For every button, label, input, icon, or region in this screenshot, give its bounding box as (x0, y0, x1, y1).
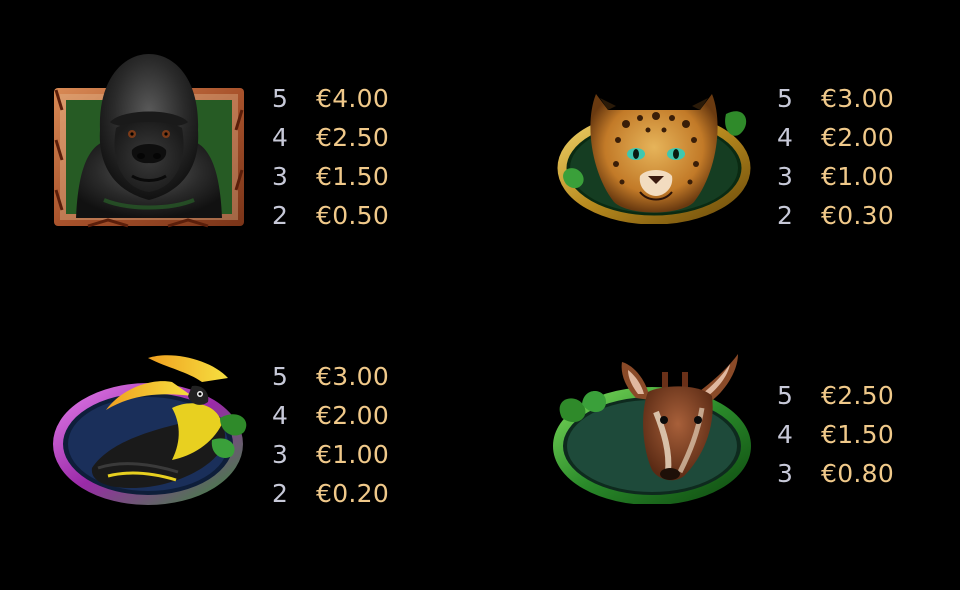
leopard-symbol-icon (556, 84, 756, 224)
pay-row: 5 €3.00 (272, 357, 389, 396)
pay-row: 4 €1.50 (777, 415, 894, 454)
pay-value: €2.00 (821, 123, 895, 152)
pay-count: 3 (777, 162, 793, 191)
pay-value: €2.50 (821, 381, 895, 410)
pay-count: 4 (272, 401, 288, 430)
pay-row: 4 €2.50 (272, 118, 389, 157)
pay-value: €2.00 (316, 401, 390, 430)
pay-count: 4 (272, 123, 288, 152)
hornbill-paytable: 5 €3.00 4 €2.00 3 €1.00 2 €0.20 (272, 357, 389, 513)
pay-count: 2 (272, 201, 288, 230)
pay-value: €2.50 (316, 123, 390, 152)
hornbill-symbol-icon (52, 348, 258, 508)
pay-row: 2 €0.20 (272, 474, 389, 513)
pay-row: 5 €2.50 (777, 376, 894, 415)
pay-row: 2 €0.50 (272, 196, 389, 235)
pay-count: 5 (777, 84, 793, 113)
pay-row: 3 €0.80 (777, 454, 894, 493)
pay-value: €0.20 (316, 479, 390, 508)
pay-count: 5 (777, 381, 793, 410)
pay-row: 3 €1.50 (272, 157, 389, 196)
pay-value: €1.50 (821, 420, 895, 449)
leopard-paytable: 5 €3.00 4 €2.00 3 €1.00 2 €0.30 (777, 79, 894, 235)
pay-value: €3.00 (316, 362, 390, 391)
pay-row: 2 €0.30 (777, 196, 894, 235)
pay-value: €4.00 (316, 84, 390, 113)
pay-count: 3 (272, 162, 288, 191)
pay-count: 2 (777, 201, 793, 230)
pay-value: €1.50 (316, 162, 390, 191)
pay-value: €1.00 (316, 440, 390, 469)
pay-row: 5 €3.00 (777, 79, 894, 118)
pay-count: 5 (272, 84, 288, 113)
okapi-symbol-icon (552, 348, 752, 504)
pay-row: 5 €4.00 (272, 79, 389, 118)
pay-row: 3 €1.00 (777, 157, 894, 196)
pay-row: 4 €2.00 (272, 396, 389, 435)
pay-count: 4 (777, 123, 793, 152)
pay-count: 5 (272, 362, 288, 391)
pay-row: 3 €1.00 (272, 435, 389, 474)
gorilla-paytable: 5 €4.00 4 €2.50 3 €1.50 2 €0.50 (272, 79, 389, 235)
pay-row: 4 €2.00 (777, 118, 894, 157)
pay-count: 3 (777, 459, 793, 488)
pay-value: €0.80 (821, 459, 895, 488)
pay-value: €1.00 (821, 162, 895, 191)
gorilla-symbol-icon (48, 50, 250, 230)
pay-count: 2 (272, 479, 288, 508)
pay-value: €0.50 (316, 201, 390, 230)
pay-count: 4 (777, 420, 793, 449)
pay-value: €3.00 (821, 84, 895, 113)
pay-count: 3 (272, 440, 288, 469)
pay-value: €0.30 (821, 201, 895, 230)
okapi-paytable: 5 €2.50 4 €1.50 3 €0.80 (777, 376, 894, 493)
